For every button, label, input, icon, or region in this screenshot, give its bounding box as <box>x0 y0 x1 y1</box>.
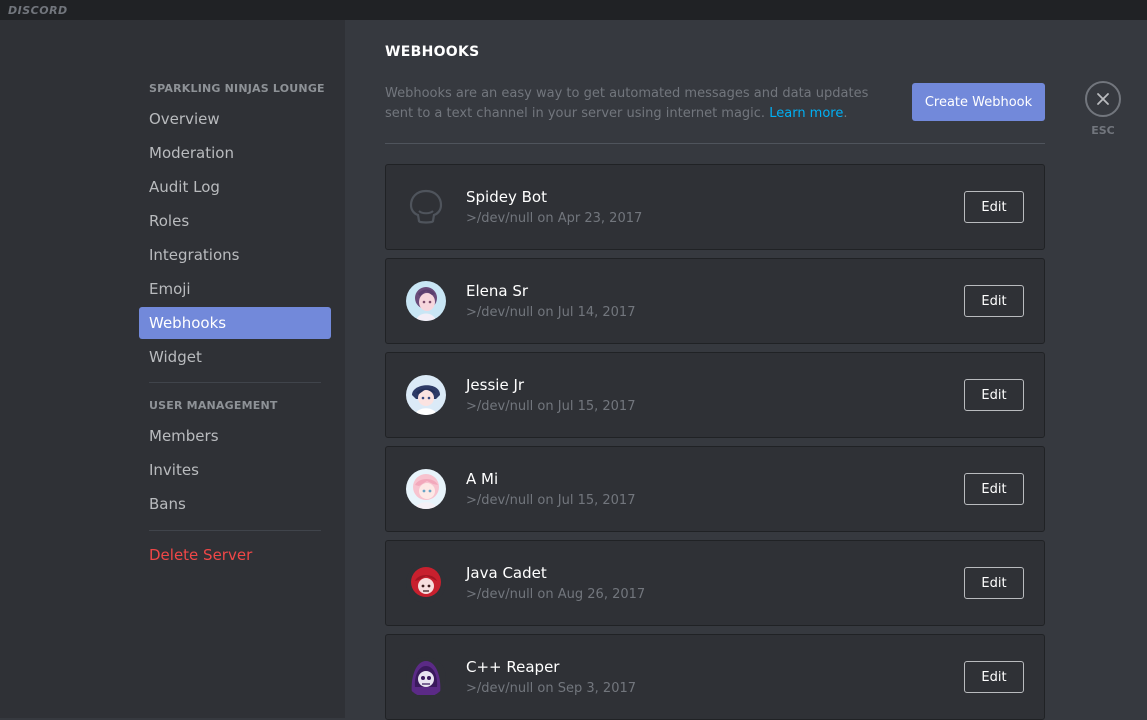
user-management-header: USER MANAGEMENT <box>149 399 278 412</box>
webhook-meta: >/dev/null on Jul 15, 2017 <box>466 399 636 414</box>
webhook-item[interactable]: Java Cadet >/dev/null on Aug 26, 2017 Ed… <box>385 540 1045 626</box>
settings-sidebar: SPARKLING NINJAS LOUNGE Overview Moderat… <box>0 20 345 718</box>
sidebar-item-widget[interactable]: Widget <box>139 341 331 373</box>
anime-girl-light-avatar <box>406 469 446 509</box>
webhook-name: Spidey Bot <box>466 188 547 206</box>
header-divider <box>385 143 1045 144</box>
purple-reaper-avatar <box>406 657 446 697</box>
sidebar-divider <box>149 530 321 531</box>
sidebar-item-audit-log[interactable]: Audit Log <box>139 171 331 203</box>
sidebar-item-webhooks[interactable]: Webhooks <box>139 307 331 339</box>
sidebar-item-members[interactable]: Members <box>139 420 331 452</box>
page-title: WEBHOOKS <box>385 44 480 60</box>
delete-server-button[interactable]: Delete Server <box>139 539 331 571</box>
webhook-item[interactable]: C++ Reaper >/dev/null on Sep 3, 2017 Edi… <box>385 634 1045 720</box>
edit-webhook-button[interactable]: Edit <box>964 567 1024 599</box>
sidebar-divider <box>149 382 321 383</box>
webhook-name: Elena Sr <box>466 282 529 300</box>
learn-more-link[interactable]: Learn more <box>769 106 843 121</box>
webhook-meta: >/dev/null on Sep 3, 2017 <box>466 681 637 696</box>
webhooks-description: Webhooks are an easy way to get automate… <box>385 84 885 124</box>
sidebar-item-overview[interactable]: Overview <box>139 103 331 135</box>
sidebar-item-emoji[interactable]: Emoji <box>139 273 331 305</box>
webhook-item[interactable]: A Mi >/dev/null on Jul 15, 2017 Edit <box>385 446 1045 532</box>
anime-girl-pink-avatar <box>406 281 446 321</box>
close-settings: ESC <box>1085 81 1121 137</box>
webhook-item[interactable]: Spidey Bot >/dev/null on Apr 23, 2017 Ed… <box>385 164 1045 250</box>
webhook-name: C++ Reaper <box>466 658 560 676</box>
webhook-meta: >/dev/null on Jul 14, 2017 <box>466 305 636 320</box>
sidebar-item-integrations[interactable]: Integrations <box>139 239 331 271</box>
anime-girl-blue-avatar <box>406 375 446 415</box>
close-button[interactable] <box>1085 81 1121 117</box>
sidebar-item-bans[interactable]: Bans <box>139 488 331 520</box>
webhook-meta: >/dev/null on Jul 15, 2017 <box>466 493 636 508</box>
server-section-header: SPARKLING NINJAS LOUNGE <box>149 82 325 95</box>
webhook-name: Java Cadet <box>466 564 547 582</box>
create-webhook-button[interactable]: Create Webhook <box>912 83 1045 121</box>
edit-webhook-button[interactable]: Edit <box>964 191 1024 223</box>
close-icon <box>1097 93 1109 105</box>
webhook-meta: >/dev/null on Aug 26, 2017 <box>466 587 646 602</box>
sidebar-item-invites[interactable]: Invites <box>139 454 331 486</box>
webhook-item[interactable]: Jessie Jr >/dev/null on Jul 15, 2017 Edi… <box>385 352 1045 438</box>
webhooks-panel: WEBHOOKS Webhooks are an easy way to get… <box>345 20 1147 720</box>
discord-logo: DISCORD <box>8 4 68 17</box>
edit-webhook-button[interactable]: Edit <box>964 285 1024 317</box>
title-bar: DISCORD <box>0 0 1147 20</box>
webhook-name: Jessie Jr <box>466 376 525 394</box>
edit-webhook-button[interactable]: Edit <box>964 473 1024 505</box>
webhook-meta: >/dev/null on Apr 23, 2017 <box>466 211 643 226</box>
red-hair-avatar <box>406 563 446 603</box>
sidebar-item-roles[interactable]: Roles <box>139 205 331 237</box>
description-period: . <box>843 106 848 121</box>
edit-webhook-button[interactable]: Edit <box>964 661 1024 693</box>
webhook-name: A Mi <box>466 470 499 488</box>
default-bot-icon <box>406 187 446 227</box>
esc-label: ESC <box>1091 124 1115 137</box>
sidebar-item-moderation[interactable]: Moderation <box>139 137 331 169</box>
webhook-item[interactable]: Elena Sr >/dev/null on Jul 14, 2017 Edit <box>385 258 1045 344</box>
edit-webhook-button[interactable]: Edit <box>964 379 1024 411</box>
